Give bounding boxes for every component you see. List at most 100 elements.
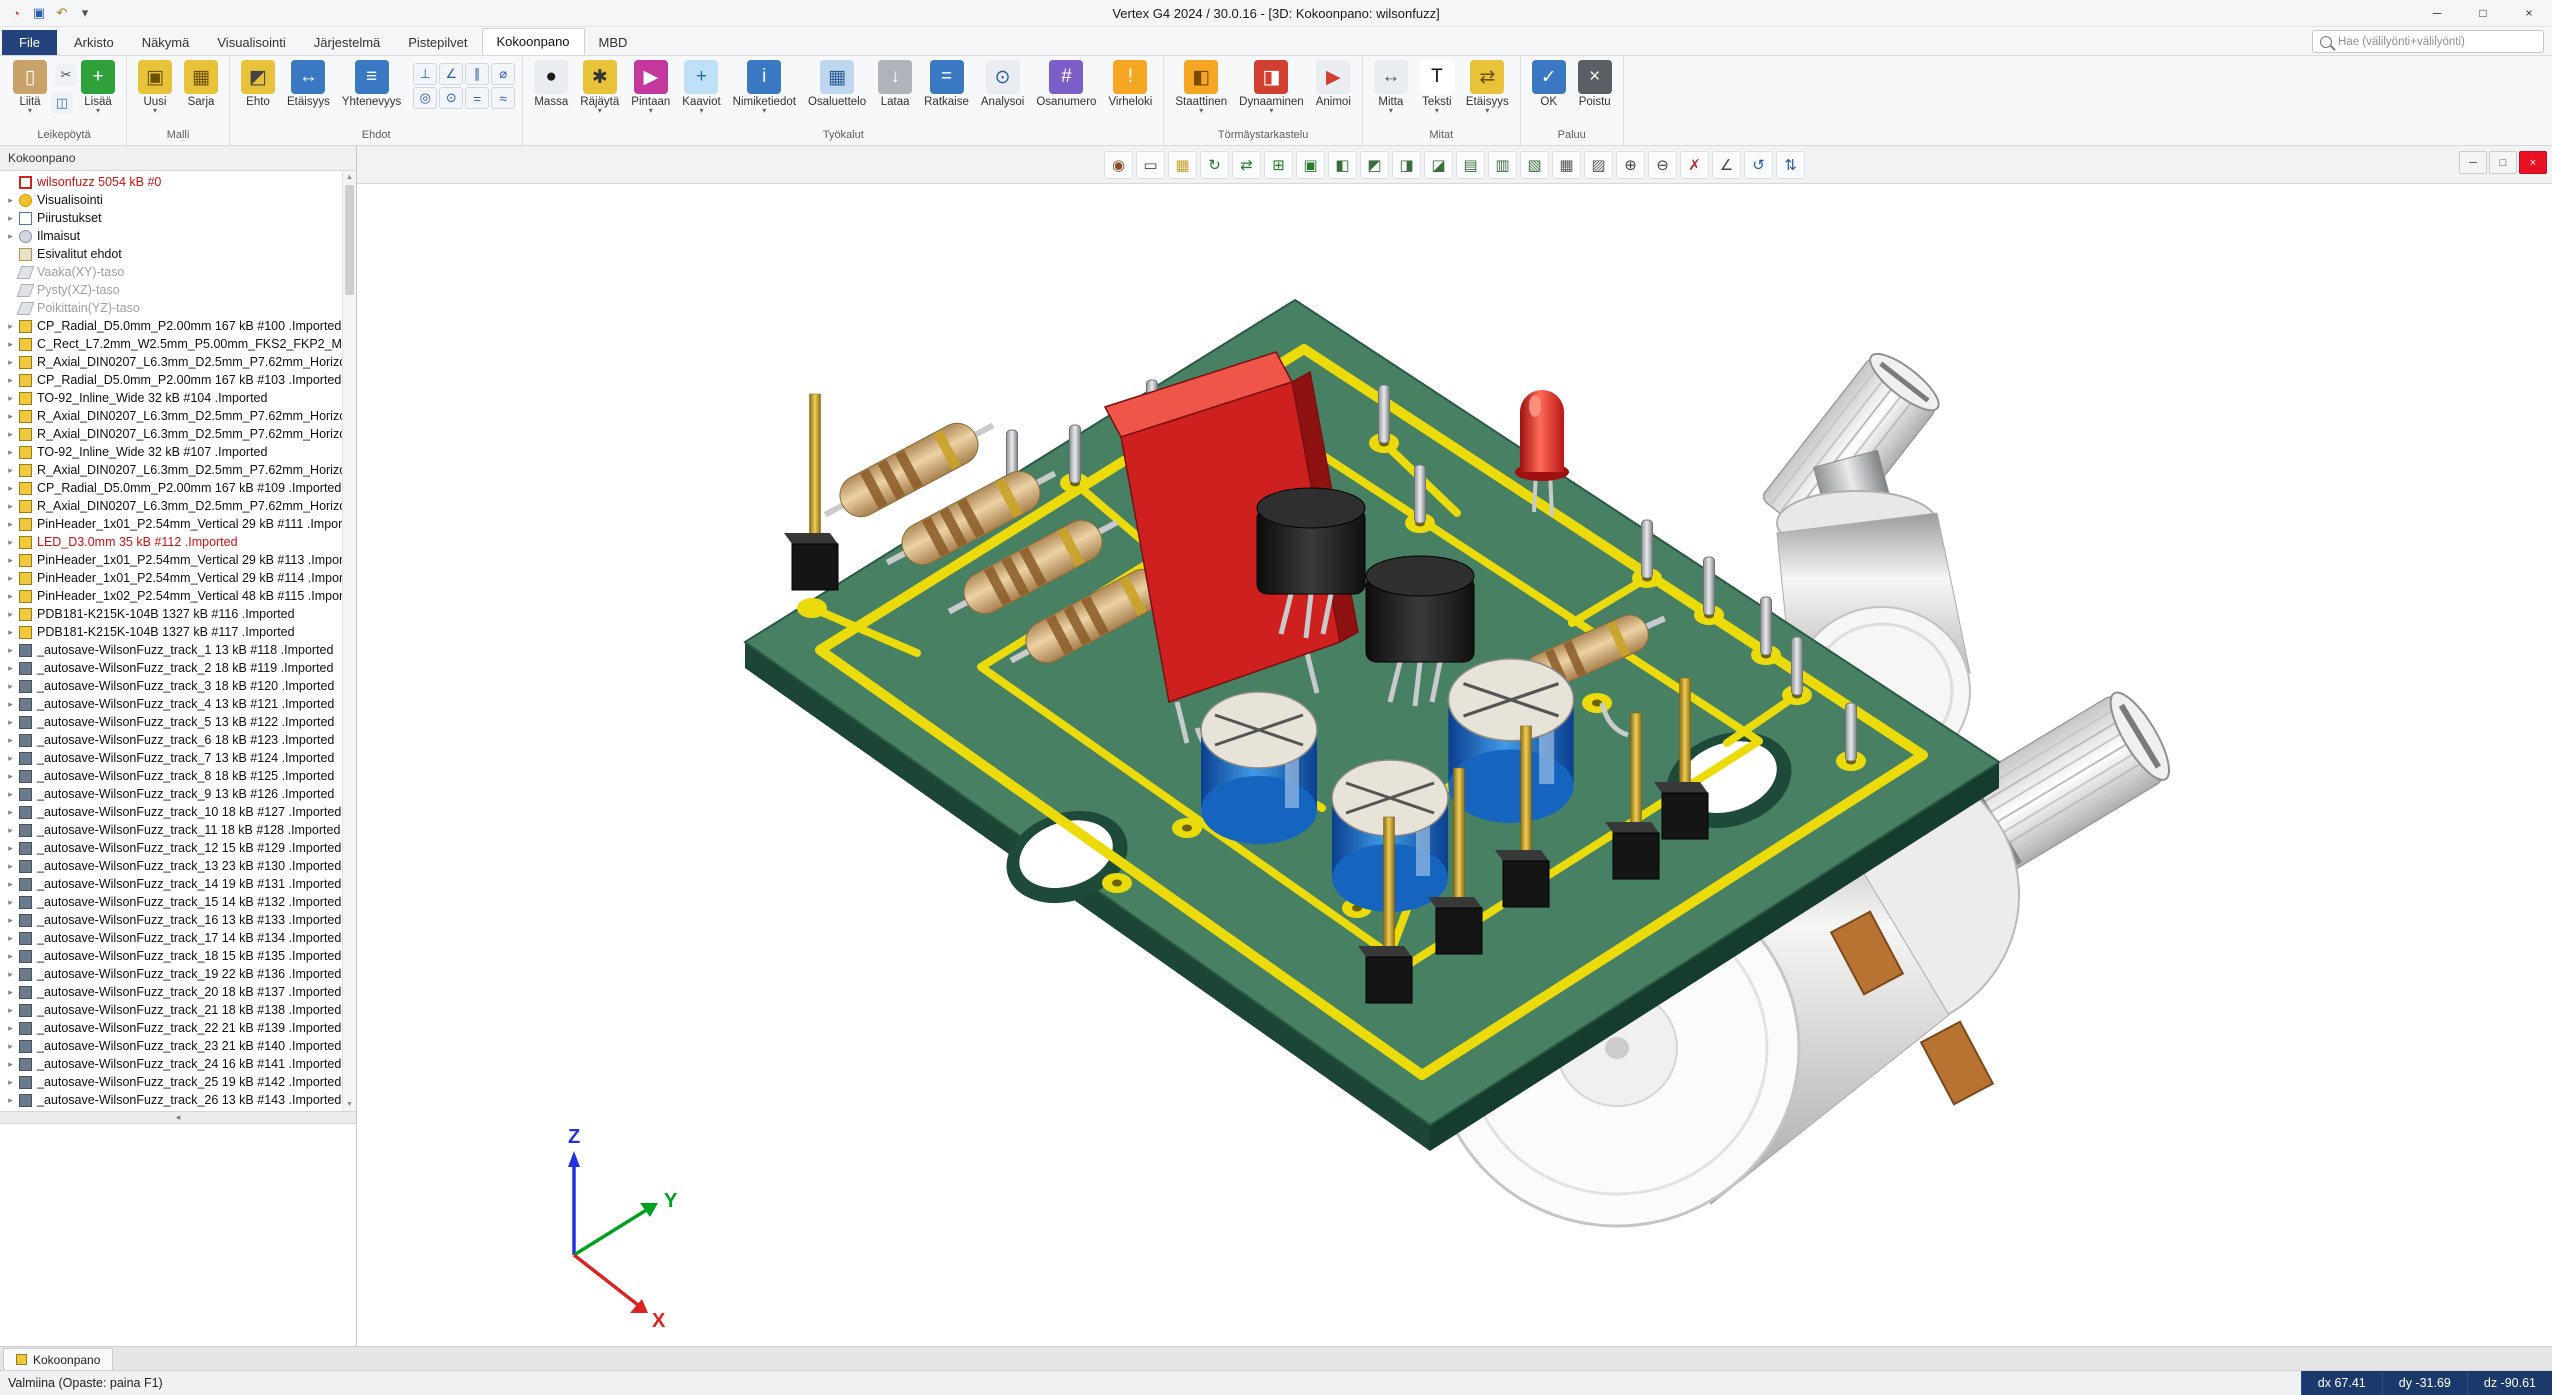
expand-chevron-icon[interactable]: ▸ xyxy=(4,717,17,728)
document-tab-kokoonpano[interactable]: Kokoonpano xyxy=(3,1348,113,1370)
expand-chevron-icon[interactable]: ▸ xyxy=(4,663,17,674)
expand-chevron-icon[interactable]: ▸ xyxy=(4,987,17,998)
zoom-in-icon[interactable]: ⊕ xyxy=(1616,151,1645,179)
expand-chevron-icon[interactable]: ▸ xyxy=(4,699,17,710)
expand-chevron-icon[interactable]: ▸ xyxy=(4,843,17,854)
tree-item[interactable]: ▸ _autosave-WilsonFuzz_track_2 18 kB #11… xyxy=(0,659,356,677)
tree-item[interactable]: ▸ C_Rect_L7.2mm_W2.5mm_P5.00mm_FKS2_FKP2… xyxy=(0,335,356,353)
coaxial-constraint-icon[interactable]: ⊙ xyxy=(439,87,463,109)
tree-item[interactable]: ▸ _autosave-WilsonFuzz_track_22 21 kB #1… xyxy=(0,1019,356,1037)
expand-chevron-icon[interactable]: ▸ xyxy=(4,555,17,566)
tab-pistepilvet[interactable]: Pistepilvet xyxy=(394,30,481,55)
print-icon[interactable]: ▨ xyxy=(1584,151,1613,179)
expand-chevron-icon[interactable]: ▸ xyxy=(4,429,17,440)
expand-chevron-icon[interactable]: ▸ xyxy=(4,573,17,584)
tree-item[interactable]: ▸ _autosave-WilsonFuzz_track_24 16 kB #1… xyxy=(0,1055,356,1073)
equal-constraint-icon[interactable]: = xyxy=(465,87,489,109)
vertex-logo-icon[interactable]: ◔ xyxy=(6,3,26,23)
parts-list-button[interactable]: ▦ Osaluettelo xyxy=(802,59,872,116)
to-surface-button[interactable]: ▶ Pintaan ▾ xyxy=(625,59,676,116)
expand-chevron-icon[interactable]: ▸ xyxy=(4,339,17,350)
expand-chevron-icon[interactable]: ▸ xyxy=(4,681,17,692)
tree-item[interactable]: ▸ PDB181-K215K-104B 1327 kB #116 .Import… xyxy=(0,605,356,623)
tree-item[interactable]: ▸ _autosave-WilsonFuzz_track_6 18 kB #12… xyxy=(0,731,356,749)
expand-chevron-icon[interactable]: ▸ xyxy=(4,1095,17,1106)
undo-icon[interactable]: ↶ xyxy=(52,3,72,23)
save-icon[interactable]: ▣ xyxy=(29,3,49,23)
expand-chevron-icon[interactable]: ▸ xyxy=(4,807,17,818)
tree-item[interactable]: Pysty(XZ)-taso xyxy=(0,281,356,299)
select-filter-icon[interactable]: ▭ xyxy=(1136,151,1165,179)
keypad-icon[interactable]: ▦ xyxy=(1168,151,1197,179)
expand-chevron-icon[interactable]: ▸ xyxy=(4,735,17,746)
tree-item[interactable]: ▸ _autosave-WilsonFuzz_track_17 14 kB #1… xyxy=(0,929,356,947)
view-iso-icon[interactable]: ◪ xyxy=(1424,151,1453,179)
view-side-icon[interactable]: ◨ xyxy=(1392,151,1421,179)
expand-chevron-icon[interactable]: ▸ xyxy=(4,627,17,638)
expand-chevron-icon[interactable]: ▸ xyxy=(4,465,17,476)
tree-item[interactable]: ▸ PDB181-K215K-104B 1327 kB #117 .Import… xyxy=(0,623,356,641)
expand-chevron-icon[interactable]: ▸ xyxy=(4,1005,17,1016)
tree-item[interactable]: ▸ PinHeader_1x01_P2.54mm_Vertical 29 kB … xyxy=(0,551,356,569)
panel-splitter[interactable]: ◂ xyxy=(0,1111,356,1124)
search-input[interactable] xyxy=(2336,35,2543,49)
exit-button[interactable]: × Poistu xyxy=(1572,59,1618,116)
tree-item[interactable]: ▸ R_Axial_DIN0207_L6.3mm_D2.5mm_P7.62mm_… xyxy=(0,461,356,479)
tree-item[interactable]: ▸ R_Axial_DIN0207_L6.3mm_D2.5mm_P7.62mm_… xyxy=(0,407,356,425)
perpendicular-constraint-icon[interactable]: ⊥ xyxy=(413,63,437,85)
expand-chevron-icon[interactable]: ▸ xyxy=(4,321,17,332)
tree-item[interactable]: ▸ _autosave-WilsonFuzz_track_11 18 kB #1… xyxy=(0,821,356,839)
tangent-constraint-icon[interactable]: ≈ xyxy=(491,87,515,109)
expand-chevron-icon[interactable]: ▸ xyxy=(4,375,17,386)
tree-item[interactable]: ▸ Visualisointi xyxy=(0,191,356,209)
viewport-minimize-button[interactable]: ─ xyxy=(2459,151,2487,174)
tree-item[interactable]: ▸ LED_D3.0mm 35 kB #112 .Imported xyxy=(0,533,356,551)
expand-chevron-icon[interactable]: ▸ xyxy=(4,1023,17,1034)
panel-collapse-arrow-icon[interactable]: ◂ xyxy=(176,1113,181,1122)
expand-chevron-icon[interactable]: ▸ xyxy=(4,591,17,602)
viewport-restore-button[interactable]: □ xyxy=(2489,151,2517,174)
angle-constraint-icon[interactable]: ∠ xyxy=(439,63,463,85)
tree-item[interactable]: ▸ R_Axial_DIN0207_L6.3mm_D2.5mm_P7.62mm_… xyxy=(0,497,356,515)
tree-item[interactable]: ▸ _autosave-WilsonFuzz_track_12 15 kB #1… xyxy=(0,839,356,857)
search-field[interactable] xyxy=(2312,30,2544,53)
tree-item[interactable]: ▸ _autosave-WilsonFuzz_track_8 18 kB #12… xyxy=(0,767,356,785)
expand-chevron-icon[interactable]: ▸ xyxy=(4,879,17,890)
tree-item[interactable]: ▸ Piirustukset xyxy=(0,209,356,227)
expand-chevron-icon[interactable]: ▸ xyxy=(4,537,17,548)
expand-chevron-icon[interactable]: ▸ xyxy=(4,861,17,872)
diagrams-button[interactable]: + Kaaviot ▾ xyxy=(676,59,726,116)
tree-item[interactable]: ▸ _autosave-WilsonFuzz_track_13 23 kB #1… xyxy=(0,857,356,875)
add-button[interactable]: + Lisää ▾ xyxy=(75,59,121,116)
view-back-icon[interactable]: ▤ xyxy=(1456,151,1485,179)
pan-view-icon[interactable]: ⇄ xyxy=(1232,151,1261,179)
expand-chevron-icon[interactable]: ▸ xyxy=(4,951,17,962)
tree-item[interactable]: ▸ _autosave-WilsonFuzz_track_25 19 kB #1… xyxy=(0,1073,356,1091)
expand-chevron-icon[interactable]: ▸ xyxy=(4,771,17,782)
pin-icon[interactable]: ◉ xyxy=(1104,151,1133,179)
update-icon[interactable]: ↺ xyxy=(1744,151,1773,179)
explode-button[interactable]: ✱ Räjäytä ▾ xyxy=(574,59,625,116)
tree-item[interactable]: ▸ _autosave-WilsonFuzz_track_15 14 kB #1… xyxy=(0,893,356,911)
parallel-constraint-icon[interactable]: ∥ xyxy=(465,63,489,85)
scroll-down-icon[interactable]: ▼ xyxy=(343,1098,356,1111)
rotate-view-icon[interactable]: ↻ xyxy=(1200,151,1229,179)
expand-chevron-icon[interactable]: ▸ xyxy=(4,753,17,764)
tree-item[interactable]: ▸ R_Axial_DIN0207_L6.3mm_D2.5mm_P7.62mm_… xyxy=(0,353,356,371)
expand-chevron-icon[interactable]: ▸ xyxy=(4,231,17,242)
scroll-up-icon[interactable]: ▲ xyxy=(343,171,356,184)
tree-item[interactable]: ▸ TO-92_Inline_Wide 32 kB #107 .Imported xyxy=(0,443,356,461)
static-check-button[interactable]: ◧ Staattinen ▾ xyxy=(1169,59,1233,116)
zoom-extents-icon[interactable]: ▣ xyxy=(1296,151,1325,179)
tree-item[interactable]: ▸ _autosave-WilsonFuzz_track_21 18 kB #1… xyxy=(0,1001,356,1019)
tree-item[interactable]: ▸ _autosave-WilsonFuzz_track_7 13 kB #12… xyxy=(0,749,356,767)
3d-scene[interactable]: Z Y X xyxy=(357,183,2552,1346)
analyze-button[interactable]: ⊙ Analysoi xyxy=(975,59,1030,116)
new-button[interactable]: ▣ Uusi ▾ xyxy=(132,59,178,116)
ok-button[interactable]: ✓ OK xyxy=(1526,59,1572,116)
tab-nakyma[interactable]: Näkymä xyxy=(128,30,204,55)
expand-chevron-icon[interactable]: ▸ xyxy=(4,609,17,620)
tree-item[interactable]: ▸ _autosave-WilsonFuzz_track_5 13 kB #12… xyxy=(0,713,356,731)
tree-item[interactable]: Esivalitut ehdot xyxy=(0,245,356,263)
view-front-icon[interactable]: ◧ xyxy=(1328,151,1357,179)
